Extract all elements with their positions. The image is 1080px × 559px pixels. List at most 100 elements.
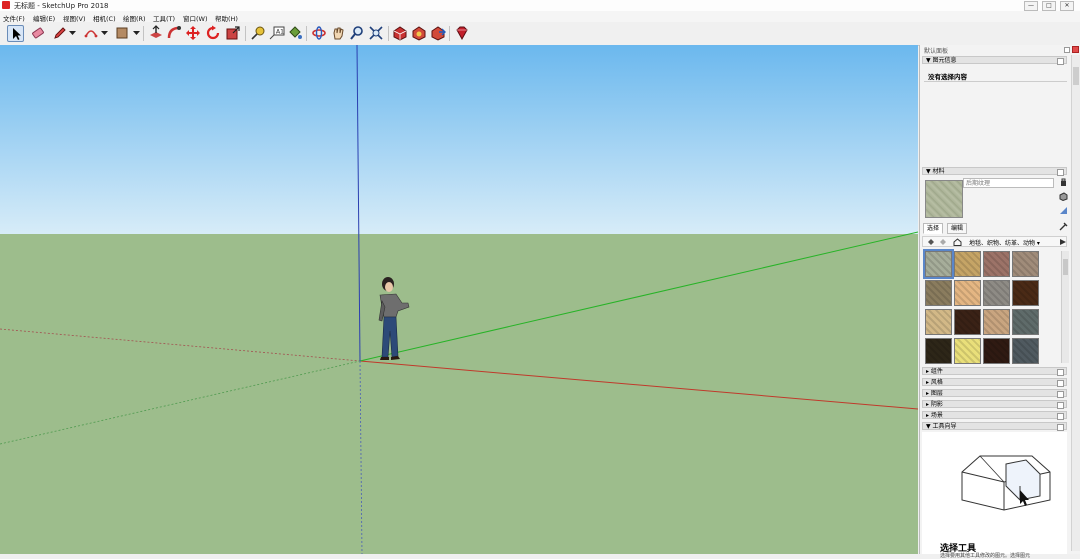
create-material-icon[interactable] [1059, 192, 1068, 201]
material-swatch[interactable] [954, 309, 981, 335]
shape-dropdown-icon[interactable] [133, 30, 140, 36]
panel-close-icon[interactable] [1057, 402, 1064, 409]
share-icon[interactable] [430, 25, 446, 41]
move-icon[interactable] [185, 25, 201, 41]
axes-scene [0, 45, 918, 554]
pin-icon[interactable] [1064, 47, 1070, 53]
tab-edit[interactable]: 编辑 [947, 223, 968, 234]
material-swatch[interactable] [983, 309, 1010, 335]
pencil-icon[interactable] [52, 25, 68, 41]
select-icon[interactable] [7, 25, 24, 42]
panel-close-icon[interactable] [1057, 169, 1064, 176]
materials-header[interactable]: ▼ 材料 [922, 167, 1067, 176]
pan-icon[interactable] [330, 25, 346, 41]
rotate-icon[interactable] [205, 25, 221, 41]
material-swatch-grid [923, 249, 1060, 365]
library-select[interactable]: 地毯、织物、纺革、动物 ▾ [969, 238, 1040, 247]
back-icon[interactable] [927, 238, 935, 246]
maximize-button[interactable]: □ [1042, 1, 1056, 11]
details-icon[interactable] [1059, 238, 1067, 246]
arc-dropdown-icon[interactable] [101, 30, 108, 36]
minimize-button[interactable]: — [1024, 1, 1038, 11]
tab-select[interactable]: 选择 [923, 223, 944, 234]
material-swatch[interactable] [925, 280, 952, 306]
orbit-icon[interactable] [311, 25, 327, 41]
material-swatch[interactable] [983, 251, 1010, 277]
shadows-title: ▸ 阴影 [926, 401, 943, 408]
swatch-scroll-thumb[interactable] [1063, 259, 1068, 275]
rectangle-icon[interactable] [114, 25, 130, 41]
shadows-header[interactable]: ▸ 阴影 [922, 400, 1067, 409]
material-swatch[interactable] [954, 338, 981, 364]
paint-bucket-icon[interactable] [287, 25, 303, 41]
tray-close-icon[interactable] [1072, 46, 1079, 53]
material-swatch[interactable] [983, 280, 1010, 306]
ruby-icon[interactable] [454, 25, 470, 41]
entity-info-header[interactable]: ▼ 图元信息 [922, 56, 1067, 65]
instructor-header[interactable]: ▼ 工具向导 [922, 422, 1067, 431]
drawing-viewport[interactable] [0, 45, 918, 554]
arc-icon[interactable] [83, 25, 99, 41]
panel-close-icon[interactable] [1057, 369, 1064, 376]
eraser-icon[interactable] [30, 25, 46, 41]
forward-icon[interactable] [939, 238, 947, 246]
default-material-icon[interactable] [1059, 206, 1068, 215]
material-swatch[interactable] [1012, 280, 1039, 306]
text-icon[interactable]: A1 [269, 25, 285, 41]
push-pull-icon[interactable] [148, 25, 164, 41]
tray-title: 默认面板 [924, 48, 949, 55]
home-icon[interactable] [953, 238, 962, 246]
green-axis-negative [0, 360, 361, 445]
window-title: 无标题 - SketchUp Pro 2018 [14, 2, 109, 10]
zoom-extents-icon[interactable] [368, 25, 384, 41]
scale-icon[interactable] [225, 25, 241, 41]
material-swatch[interactable] [1012, 309, 1039, 335]
green-axis [359, 231, 918, 362]
tray-scroll-thumb[interactable] [1073, 67, 1079, 85]
swatch-scrollbar[interactable] [1061, 251, 1069, 363]
display-secondary-icon[interactable] [1059, 178, 1068, 187]
instructor-house-illustration [961, 455, 1051, 511]
material-swatch[interactable] [954, 280, 981, 306]
close-button[interactable]: ✕ [1060, 1, 1074, 11]
material-swatch[interactable] [923, 249, 954, 279]
sketchup-logo-icon [2, 1, 10, 9]
pencil-dropdown-icon[interactable] [69, 30, 76, 36]
scenes-title: ▸ 场景 [926, 412, 943, 419]
extension-icon[interactable] [411, 25, 427, 41]
panel-close-icon[interactable] [1057, 391, 1064, 398]
entity-info-title: ▼ 图元信息 [926, 57, 957, 64]
menu-bar: 文件(F) 编辑(E) 视图(V) 相机(C) 绘图(R) 工具(T) 窗口(W… [0, 11, 1080, 23]
svg-text:A1: A1 [276, 29, 284, 36]
blue-axis [356, 45, 361, 362]
material-swatch[interactable] [954, 251, 981, 277]
panel-close-icon[interactable] [1057, 413, 1064, 420]
material-swatch[interactable] [925, 338, 952, 364]
material-swatch[interactable] [1012, 338, 1039, 364]
material-swatch[interactable] [983, 338, 1010, 364]
layers-header[interactable]: ▸ 图层 [922, 389, 1067, 398]
material-name-field[interactable]: 后期纹理 [963, 178, 1054, 188]
materials-title: ▼ 材料 [926, 168, 945, 175]
eyedropper-icon[interactable] [1059, 222, 1068, 231]
tape-measure-icon[interactable] [250, 25, 266, 41]
warehouse-icon[interactable] [392, 25, 408, 41]
material-swatch[interactable] [1012, 251, 1039, 277]
material-swatch[interactable] [925, 309, 952, 335]
tray-scrollbar[interactable] [1071, 55, 1080, 551]
panel-close-icon[interactable] [1057, 424, 1064, 431]
styles-header[interactable]: ▸ 风格 [922, 378, 1067, 387]
styles-title: ▸ 风格 [926, 379, 943, 386]
entity-info-message: 没有选择内容 [928, 73, 967, 81]
panel-close-icon[interactable] [1057, 380, 1064, 387]
zoom-icon[interactable] [349, 25, 365, 41]
toolbar-separator [143, 26, 144, 41]
scenes-header[interactable]: ▸ 场景 [922, 411, 1067, 420]
toolbar-separator [388, 26, 389, 41]
follow-me-icon[interactable] [166, 25, 182, 41]
components-header[interactable]: ▸ 组件 [922, 367, 1067, 376]
panel-close-icon[interactable] [1057, 58, 1064, 65]
toolbar-separator [306, 26, 307, 41]
instructor-tool-description: 选择要用其他工具修改的图元。选择图元 [940, 553, 1031, 559]
instructor-title: ▼ 工具向导 [926, 423, 957, 430]
